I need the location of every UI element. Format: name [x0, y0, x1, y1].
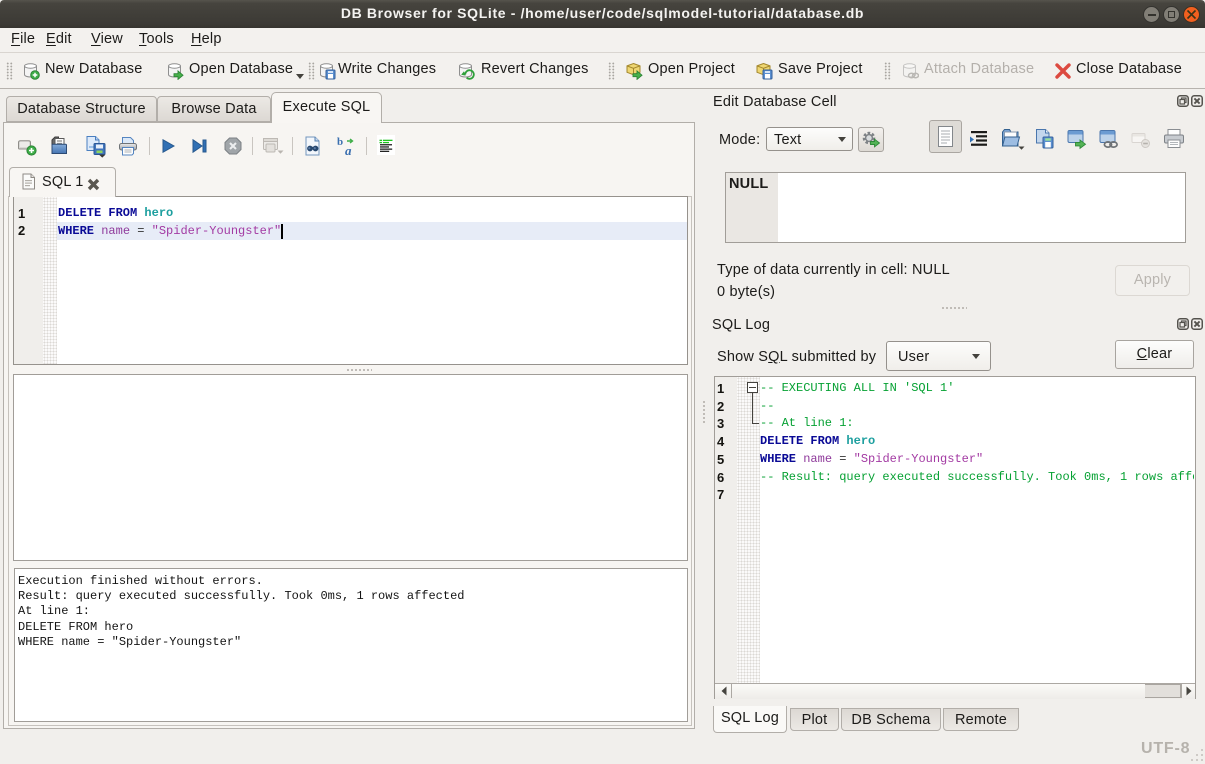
svg-text:b: b [337, 136, 343, 148]
svg-text:a: a [345, 143, 352, 156]
